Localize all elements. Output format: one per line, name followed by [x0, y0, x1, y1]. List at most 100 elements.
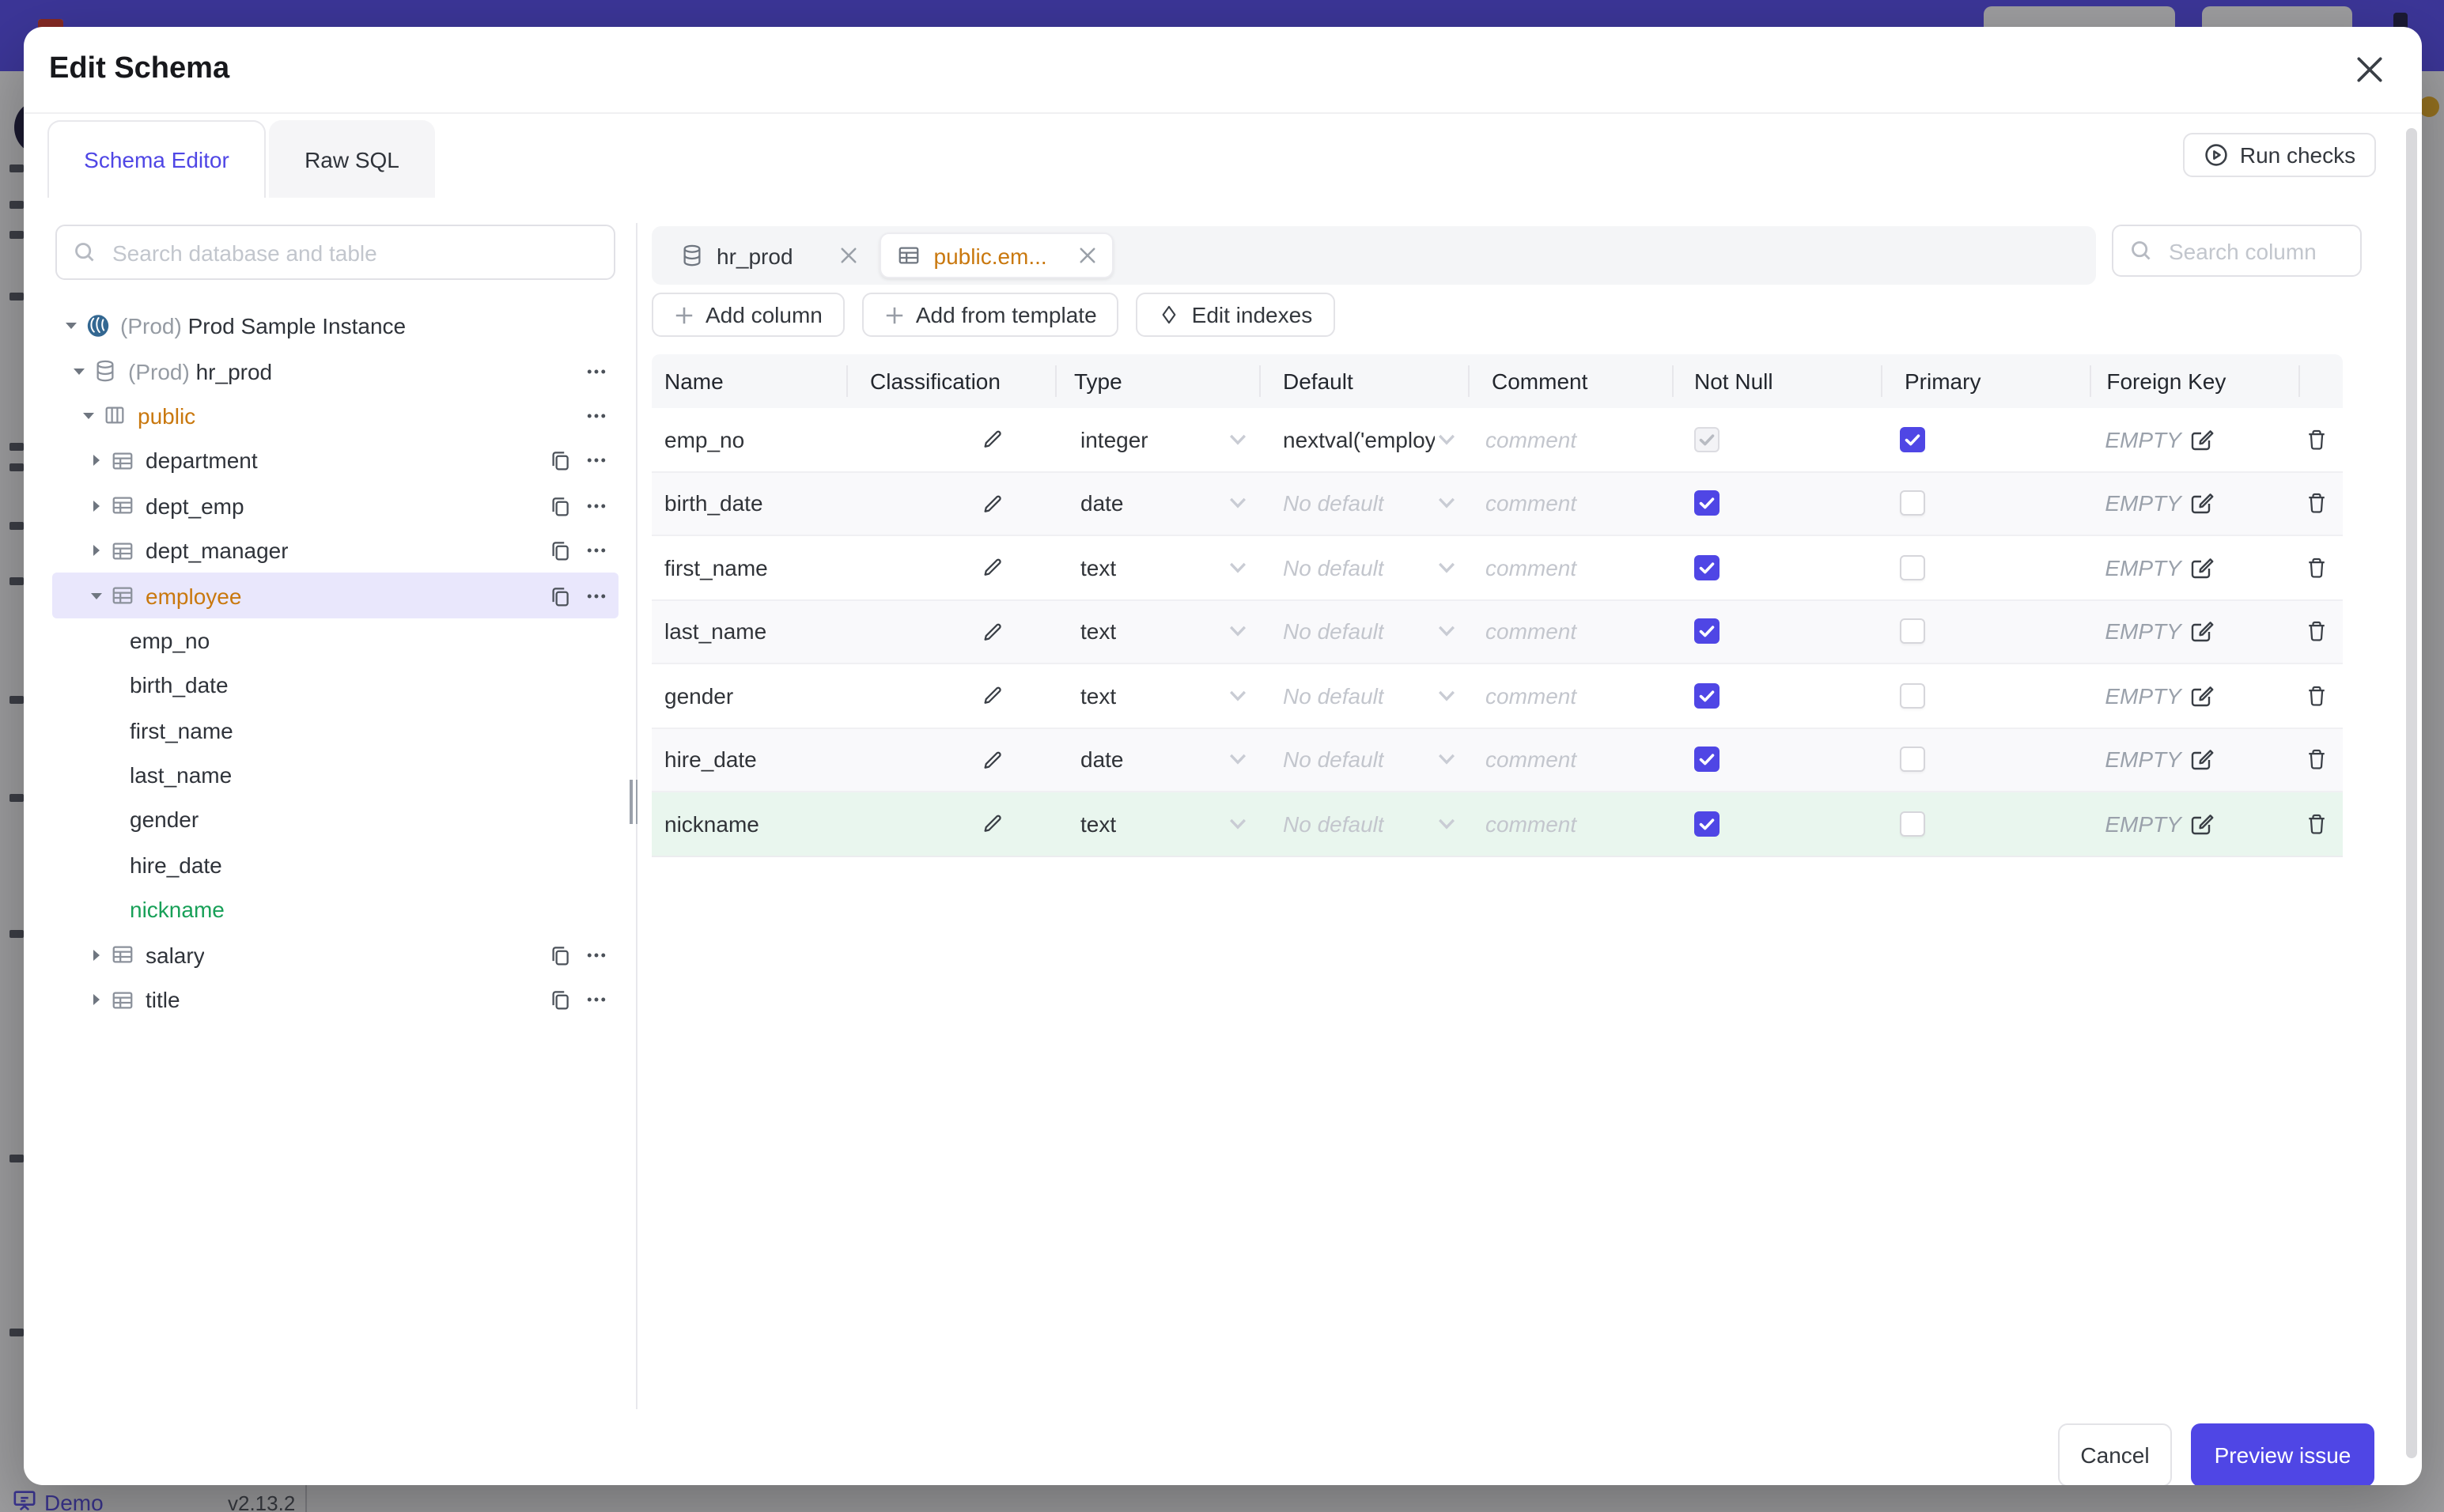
foreign-key-edit-icon[interactable]: [2189, 747, 2215, 773]
type-select[interactable]: text: [1055, 664, 1259, 727]
classification-edit-icon[interactable]: [981, 428, 1004, 452]
column-name-input[interactable]: birth_date: [664, 491, 763, 516]
primary-checkbox[interactable]: [1900, 682, 1925, 709]
editor-tab-hr_prod[interactable]: hr_prod: [664, 232, 874, 278]
copy-icon[interactable]: [549, 495, 571, 517]
primary-checkbox[interactable]: [1900, 811, 1925, 837]
type-select[interactable]: integer: [1055, 408, 1259, 471]
tree-node-employee[interactable]: employee: [52, 573, 619, 618]
foreign-key-edit-icon[interactable]: [2189, 811, 2215, 837]
type-select[interactable]: text: [1055, 792, 1259, 855]
not-null-checkbox[interactable]: [1694, 554, 1720, 580]
tree-node-public[interactable]: public: [52, 394, 619, 439]
column-search-input[interactable]: [2166, 236, 2344, 265]
tree-node-salary[interactable]: salary: [52, 932, 619, 977]
default-select[interactable]: No default: [1259, 600, 1468, 663]
column-name-input[interactable]: first_name: [664, 555, 768, 580]
copy-icon[interactable]: [549, 450, 571, 472]
copy-icon[interactable]: [549, 539, 571, 561]
primary-checkbox[interactable]: [1900, 747, 1925, 773]
delete-column-icon[interactable]: [2304, 491, 2328, 516]
delete-column-icon[interactable]: [2304, 619, 2328, 644]
classification-edit-icon[interactable]: [981, 748, 1004, 772]
more-icon[interactable]: [585, 405, 607, 427]
add-from-template-button[interactable]: Add from template: [861, 293, 1119, 337]
editor-tab-public-em---[interactable]: public.em...: [880, 232, 1114, 278]
tree-node-nickname[interactable]: nickname: [52, 887, 619, 932]
foreign-key-edit-icon[interactable]: [2189, 683, 2215, 709]
column-name-input[interactable]: hire_date: [664, 747, 757, 773]
column-name-input[interactable]: emp_no: [664, 427, 744, 452]
delete-column-icon[interactable]: [2304, 811, 2328, 837]
comment-input[interactable]: comment: [1468, 472, 1672, 535]
copy-icon[interactable]: [549, 988, 571, 1011]
column-name-input[interactable]: nickname: [664, 811, 759, 837]
add-column-button[interactable]: Add column: [652, 293, 845, 337]
chevron-down-icon[interactable]: [87, 588, 106, 603]
not-null-checkbox[interactable]: [1694, 682, 1720, 709]
tree-node-birth_date[interactable]: birth_date: [52, 663, 619, 708]
more-icon[interactable]: [585, 988, 607, 1011]
foreign-key-edit-icon[interactable]: [2189, 555, 2215, 580]
tree-node-dept_emp[interactable]: dept_emp: [52, 483, 619, 528]
delete-column-icon[interactable]: [2304, 427, 2328, 452]
classification-edit-icon[interactable]: [981, 492, 1004, 516]
modal-scrollbar[interactable]: [2406, 128, 2417, 1458]
comment-input[interactable]: comment: [1468, 728, 1672, 791]
tree-node-last_name[interactable]: last_name: [52, 753, 619, 798]
close-tab-icon[interactable]: [1079, 247, 1096, 264]
primary-checkbox[interactable]: [1900, 426, 1925, 452]
tab-schema-editor[interactable]: Schema Editor: [47, 120, 266, 198]
classification-edit-icon[interactable]: [981, 620, 1004, 644]
tree-node-emp_no[interactable]: emp_no: [52, 618, 619, 663]
more-icon[interactable]: [585, 360, 607, 382]
type-select[interactable]: text: [1055, 600, 1259, 663]
chevron-down-icon[interactable]: [62, 318, 81, 334]
chevron-right-icon[interactable]: [87, 453, 106, 469]
not-null-checkbox[interactable]: [1694, 811, 1720, 837]
chevron-down-icon[interactable]: [79, 408, 98, 424]
comment-input[interactable]: comment: [1468, 792, 1672, 855]
copy-icon[interactable]: [549, 584, 571, 607]
more-icon[interactable]: [585, 450, 607, 472]
more-icon[interactable]: [585, 943, 607, 966]
more-icon[interactable]: [585, 539, 607, 561]
resize-handle[interactable]: [630, 780, 642, 824]
chevron-right-icon[interactable]: [87, 542, 106, 558]
preview-issue-button[interactable]: Preview issue: [2191, 1423, 2374, 1485]
not-null-checkbox[interactable]: [1694, 490, 1720, 516]
edit-indexes-button[interactable]: Edit indexes: [1136, 293, 1335, 337]
database-search-input[interactable]: [109, 238, 598, 266]
tree-node-prod-sample-instance[interactable]: (Prod) Prod Sample Instance: [52, 304, 619, 349]
type-select[interactable]: date: [1055, 472, 1259, 535]
delete-column-icon[interactable]: [2304, 747, 2328, 773]
default-select[interactable]: nextval('employ: [1259, 408, 1468, 471]
close-icon[interactable]: [2355, 55, 2384, 84]
foreign-key-edit-icon[interactable]: [2189, 427, 2215, 452]
primary-checkbox[interactable]: [1900, 554, 1925, 580]
copy-icon[interactable]: [549, 943, 571, 966]
comment-input[interactable]: comment: [1468, 536, 1672, 599]
classification-edit-icon[interactable]: [981, 684, 1004, 708]
tree-node-gender[interactable]: gender: [52, 798, 619, 843]
tree-node-hire_date[interactable]: hire_date: [52, 842, 619, 887]
tree-node-dept_manager[interactable]: dept_manager: [52, 528, 619, 573]
comment-input[interactable]: comment: [1468, 408, 1672, 471]
tree-node-first_name[interactable]: first_name: [52, 708, 619, 753]
foreign-key-edit-icon[interactable]: [2189, 619, 2215, 644]
primary-checkbox[interactable]: [1900, 490, 1925, 516]
column-name-input[interactable]: last_name: [664, 619, 766, 644]
tree-node-department[interactable]: department: [52, 438, 619, 483]
more-icon[interactable]: [585, 495, 607, 517]
type-select[interactable]: date: [1055, 728, 1259, 791]
delete-column-icon[interactable]: [2304, 555, 2328, 580]
chevron-down-icon[interactable]: [70, 363, 89, 379]
default-select[interactable]: No default: [1259, 664, 1468, 727]
close-tab-icon[interactable]: [841, 247, 858, 264]
chevron-right-icon[interactable]: [87, 498, 106, 514]
column-name-input[interactable]: gender: [664, 683, 733, 709]
default-select[interactable]: No default: [1259, 472, 1468, 535]
default-select[interactable]: No default: [1259, 792, 1468, 855]
chevron-right-icon[interactable]: [87, 947, 106, 962]
not-null-checkbox[interactable]: [1694, 618, 1720, 644]
